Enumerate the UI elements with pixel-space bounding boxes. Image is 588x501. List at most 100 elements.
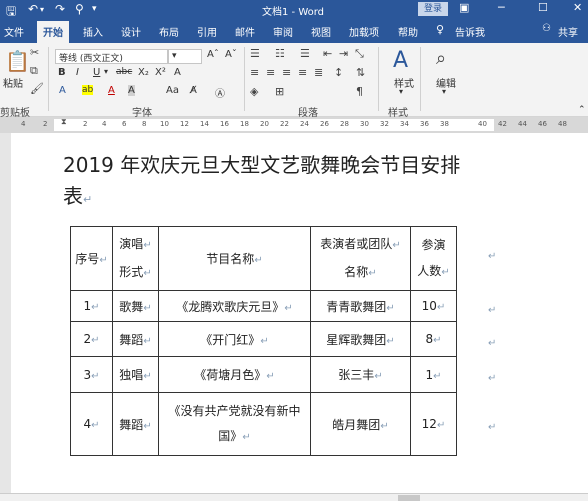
bullets-icon[interactable]: ☰ <box>250 47 260 60</box>
subscript-icon[interactable]: X₂ <box>138 67 149 78</box>
styles-icon[interactable]: A <box>393 48 408 73</box>
grow-font-icon[interactable]: Aˆ <box>207 49 219 60</box>
increase-indent-icon[interactable]: ⇥ <box>339 47 348 60</box>
font-size-select[interactable]: ▾ <box>168 49 202 64</box>
document-page[interactable]: 2019 年欢庆元旦大型文艺歌舞晚会节目安排 表↵ 序号↵ 演唱↵ 形式↵ 节目名… <box>11 133 588 493</box>
shrink-font-icon[interactable]: Aˇ <box>225 49 237 60</box>
tab-addins[interactable]: 加载项 <box>349 24 379 39</box>
table-cell[interactable]: 青青歌舞团↵ <box>310 290 411 322</box>
table-header-cell[interactable]: 序号↵ <box>70 226 113 291</box>
table-cell[interactable]: 张三丰↵ <box>310 356 411 393</box>
enclose-char-icon[interactable]: Ⓐ <box>215 85 225 100</box>
table-header-cell[interactable]: 参演 人数↵ <box>410 226 457 291</box>
chinese-layout-icon[interactable]: ⤡ <box>355 47 364 61</box>
table-cell[interactable]: 《龙腾欢歌庆元旦》↵ <box>158 290 311 322</box>
decrease-indent-icon[interactable]: ⇤ <box>323 47 332 60</box>
tab-help[interactable]: 帮助 <box>398 24 418 39</box>
undo-icon[interactable]: ↶ <box>28 2 38 16</box>
table-cell[interactable]: 10↵ <box>410 290 457 322</box>
styles-dropdown-icon[interactable]: ▾ <box>399 87 403 96</box>
tab-file[interactable]: 文件 <box>4 24 24 39</box>
italic-icon[interactable]: I <box>76 67 79 78</box>
indent-marker-icon[interactable]: ⧗ <box>61 117 67 127</box>
align-left-icon[interactable]: ≡ <box>250 66 259 79</box>
table-cell[interactable]: 《没有共产党就没有新中 国》↵ <box>158 392 311 456</box>
table-cell[interactable]: 舞蹈↵ <box>112 392 159 456</box>
table-cell[interactable]: 8↵ <box>410 321 457 357</box>
table-header-cell[interactable]: 表演者或团队↵ 名称↵ <box>310 226 411 291</box>
table-cell[interactable]: 4↵ <box>70 392 113 456</box>
styles-button-label[interactable]: 样式 <box>394 75 414 90</box>
table-cell[interactable]: 1↵ <box>70 290 113 322</box>
text-effects-icon[interactable]: A <box>174 67 181 78</box>
table-header-cell[interactable]: 节目名称↵ <box>158 226 311 291</box>
table-cell[interactable]: 《荷塘月色》↵ <box>158 356 311 393</box>
numbering-icon[interactable]: ☷ <box>275 47 285 60</box>
table-cell[interactable]: 2↵ <box>70 321 113 357</box>
view-mode-button[interactable] <box>398 495 420 501</box>
clear-formatting-icon[interactable]: A̸ <box>190 85 197 96</box>
tab-review[interactable]: 审阅 <box>273 24 293 39</box>
table-cell[interactable]: 3↵ <box>70 356 113 393</box>
tab-view[interactable]: 视图 <box>311 24 331 39</box>
table-header-cell[interactable]: 演唱↵ 形式↵ <box>112 226 159 291</box>
tab-home[interactable]: 开始 <box>37 21 69 43</box>
font-color-icon[interactable]: A <box>108 85 115 96</box>
document-title-line-1[interactable]: 2019 年欢庆元旦大型文艺歌舞晚会节目安排 <box>63 152 460 178</box>
copy-icon[interactable]: ⧉ <box>30 64 38 78</box>
close-icon[interactable]: ✕ <box>573 1 582 14</box>
table-cell[interactable]: 1↵ <box>410 356 457 393</box>
format-painter-icon[interactable]: 🖌 <box>30 82 44 95</box>
table-cell[interactable]: 12↵ <box>410 392 457 456</box>
highlight-icon[interactable]: ab <box>82 85 94 95</box>
table-cell[interactable]: 星辉歌舞团↵ <box>310 321 411 357</box>
maximize-icon[interactable]: ☐ <box>538 1 548 14</box>
strikethrough-icon[interactable]: abc <box>116 67 132 77</box>
text-effect-icon[interactable]: A <box>59 85 66 96</box>
sort-icon[interactable]: ⇅ <box>356 66 365 79</box>
program-table[interactable]: 序号↵ 演唱↵ 形式↵ 节目名称↵ 表演者或团队↵ 名称↵ 参演 人数↵ 1↵ 歌舞↵… <box>70 226 457 456</box>
customize-qat-icon[interactable]: ⚲ <box>75 2 84 16</box>
find-icon[interactable]: ⌕ <box>436 48 446 69</box>
tab-layout[interactable]: 布局 <box>159 24 179 39</box>
table-cell[interactable]: 《开门红》↵ <box>158 321 311 357</box>
paste-icon[interactable]: 📋 <box>5 49 30 73</box>
redo-icon[interactable]: ↷ <box>55 2 65 16</box>
undo-dropdown-icon[interactable]: ▾ <box>40 5 44 14</box>
collapse-ribbon-icon[interactable]: ⌃ <box>578 105 586 115</box>
align-right-icon[interactable]: ≡ <box>282 66 291 79</box>
show-marks-icon[interactable]: ¶ <box>356 85 363 98</box>
paste-button-label[interactable]: 粘贴 <box>3 75 23 90</box>
minimize-icon[interactable]: ─ <box>498 1 505 14</box>
underline-dropdown-icon[interactable]: ▾ <box>104 67 108 76</box>
font-name-select[interactable]: 等线 (西文正文) <box>55 49 168 64</box>
table-cell[interactable]: 独唱↵ <box>112 356 159 393</box>
align-center-icon[interactable]: ≡ <box>266 66 275 79</box>
character-shading-icon[interactable]: A <box>128 85 135 96</box>
table-cell[interactable]: 舞蹈↵ <box>112 321 159 357</box>
underline-icon[interactable]: U <box>93 67 100 78</box>
tab-mailings[interactable]: 邮件 <box>235 24 255 39</box>
table-cell[interactable]: 皓月舞团↵ <box>310 392 411 456</box>
tell-me-search[interactable]: 告诉我 <box>455 24 485 39</box>
cut-icon[interactable]: ✂ <box>30 46 39 59</box>
justify-icon[interactable]: ≡ <box>298 66 307 79</box>
bold-icon[interactable]: B <box>58 67 66 78</box>
login-button[interactable]: 登录 <box>418 2 448 16</box>
document-title-line-2[interactable]: 表↵ <box>63 183 92 213</box>
change-case-icon[interactable]: Aa <box>166 85 179 96</box>
tab-design[interactable]: 设计 <box>121 24 141 39</box>
line-spacing-icon[interactable]: ↕ <box>334 66 343 79</box>
ribbon-display-options-icon[interactable]: ▣ <box>459 1 469 14</box>
ruler[interactable]: ⧗ 4 2 2 4 6 8 10 12 14 16 18 20 22 24 26… <box>0 117 588 133</box>
tab-references[interactable]: 引用 <box>197 24 217 39</box>
borders-icon[interactable]: ⊞ <box>275 85 284 98</box>
multilevel-list-icon[interactable]: ☰ <box>300 47 310 60</box>
shading-icon[interactable]: ◈ <box>250 85 258 98</box>
share-button[interactable]: 共享 <box>558 24 578 39</box>
distributed-icon[interactable]: ≣ <box>314 66 323 79</box>
table-cell[interactable]: 歌舞↵ <box>112 290 159 322</box>
qat-dropdown-icon[interactable]: ▾ <box>92 4 97 14</box>
editing-dropdown-icon[interactable]: ▾ <box>442 87 446 96</box>
tab-insert[interactable]: 插入 <box>83 24 103 39</box>
